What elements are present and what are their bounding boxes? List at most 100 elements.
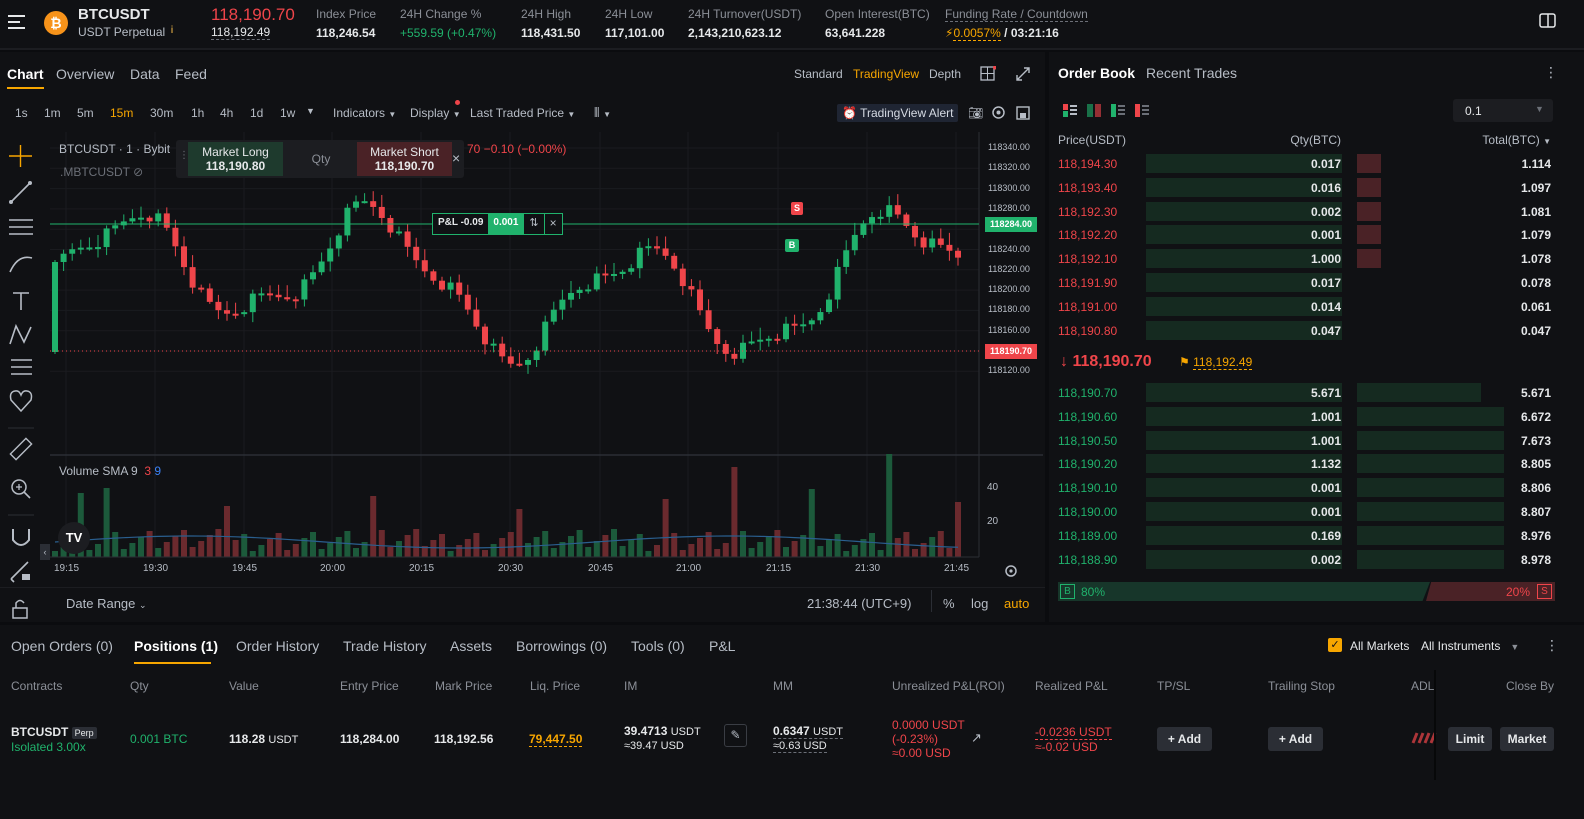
candle	[490, 338, 497, 353]
ask-row[interactable]: 118,192.20 0.001 1.079	[1049, 223, 1584, 245]
tab-open-orders[interactable]: Open Orders (0)	[11, 638, 113, 654]
ask-row[interactable]: 118,191.00 0.014 0.061	[1049, 295, 1584, 317]
qty-input[interactable]: Qty	[286, 152, 356, 166]
volume-bar	[353, 548, 359, 557]
all-instruments-dropdown[interactable]: All Instruments ▼	[1421, 639, 1519, 653]
all-markets-checkbox[interactable]: ✓	[1328, 638, 1342, 652]
bid-row[interactable]: 118,190.00 0.001 8.807	[1049, 500, 1584, 522]
tab-assets[interactable]: Assets	[450, 638, 492, 654]
bid-row[interactable]: 118,189.00 0.169 8.976	[1049, 524, 1584, 546]
buy-marker[interactable]: B	[785, 239, 799, 252]
ask-row[interactable]: 118,192.10 1.000 1.078	[1049, 247, 1584, 269]
tick-size-select[interactable]: 0.1 ▼	[1453, 99, 1553, 122]
volume-bar	[808, 489, 815, 557]
volume-bar	[284, 550, 291, 557]
bid-qty: 0.001	[1310, 505, 1341, 519]
ask-price: 118,192.10	[1058, 252, 1118, 267]
tradingview-logo-icon[interactable]: TV	[58, 522, 90, 554]
trailing-add-button[interactable]: + Add	[1268, 727, 1323, 751]
eye-hidden-icon[interactable]: ⊘	[133, 165, 143, 179]
tpsl-add-button[interactable]: + Add	[1157, 727, 1212, 751]
market-long-button[interactable]: Market Long 118,190.80	[188, 142, 283, 176]
tab-tools[interactable]: Tools (0)	[631, 638, 685, 654]
axis-settings-icon[interactable]	[1003, 563, 1019, 579]
view-asks-icon[interactable]	[1135, 104, 1149, 117]
symbol-title[interactable]: BTCUSDT	[78, 6, 150, 23]
auto-scale-toggle[interactable]: auto	[1004, 596, 1029, 611]
ask-depth-bar	[1357, 225, 1381, 245]
close-market-button[interactable]: Market	[1500, 727, 1554, 751]
price-axis-label: 118180.00	[988, 304, 1030, 315]
menu-icon[interactable]	[8, 13, 26, 31]
reverse-position-icon[interactable]: ⇅	[523, 214, 543, 234]
edit-margin-icon[interactable]: ✎	[724, 724, 747, 747]
bid-row[interactable]: 118,190.50 1.001 7.673	[1049, 429, 1584, 451]
tab-trade-history[interactable]: Trade History	[343, 638, 427, 654]
position-rpnl: -0.0236 USDT	[1035, 725, 1112, 740]
tab-order-book[interactable]: Order Book	[1058, 65, 1135, 81]
mid-mark-price[interactable]: ⚑ 118,192.49	[1179, 355, 1253, 370]
share-pnl-icon[interactable]: ↗	[971, 730, 982, 746]
close-position-icon[interactable]: ×	[543, 214, 562, 234]
bottom-more-icon[interactable]: ⋮	[1545, 637, 1559, 654]
candle	[198, 284, 205, 293]
bid-row[interactable]: 118,190.70 5.671 5.671	[1049, 381, 1584, 403]
volume-legend[interactable]: Volume SMA 9 3 9	[59, 464, 161, 478]
tab-p-l[interactable]: P&L	[709, 638, 735, 654]
last-price: 118,190.70	[211, 5, 295, 24]
log-scale-toggle[interactable]: log	[971, 596, 988, 611]
close-limit-button[interactable]: Limit	[1448, 727, 1492, 751]
bid-row[interactable]: 118,188.90 0.002 8.978	[1049, 548, 1584, 570]
candle	[172, 219, 179, 257]
layout-toggle-icon[interactable]	[1539, 12, 1557, 30]
volume-value-2: 9	[154, 464, 162, 478]
candle	[77, 239, 84, 255]
ask-qty: 0.016	[1310, 180, 1341, 195]
date-range-dropdown[interactable]: Date Range ⌄	[66, 596, 147, 611]
collapse-toolbar-icon[interactable]: ‹	[40, 544, 50, 560]
tab-positions[interactable]: Positions (1)	[134, 638, 218, 654]
position-margin-mode[interactable]: Isolated 3.00x	[11, 740, 86, 754]
bid-qty: 0.001	[1310, 481, 1341, 496]
market-short-button[interactable]: Market Short 118,190.70	[357, 142, 452, 176]
info-icon[interactable]: i	[167, 25, 177, 37]
position-symbol[interactable]: BTCUSDT Perp	[11, 725, 97, 739]
price-chart[interactable]	[0, 52, 1045, 622]
column-header: Unrealized P&L(ROI)	[892, 679, 1005, 693]
ask-row[interactable]: 118,191.90 0.017 0.078	[1049, 271, 1584, 293]
active-tab-underline	[134, 662, 211, 664]
chart-legend-title[interactable]: BTCUSDT · 1 · Bybit	[59, 142, 170, 156]
candle	[937, 228, 944, 248]
more-options-icon[interactable]: ⋮	[1544, 64, 1558, 81]
close-widget-icon[interactable]: ×	[452, 150, 460, 166]
ask-total: 1.078	[1520, 252, 1551, 267]
ask-row[interactable]: 118,193.40 0.016 1.097	[1049, 176, 1584, 198]
position-row[interactable]: BTCUSDT Perp Isolated 3.00x 0.001 BTC 11…	[0, 670, 1584, 780]
funding-rate[interactable]: Funding Rate / Countdown ⚡0.0057% / 03:2…	[945, 7, 1088, 41]
bid-row[interactable]: 118,190.20 1.132 8.805	[1049, 452, 1584, 474]
bid-row[interactable]: 118,190.60 1.001 6.672	[1049, 405, 1584, 427]
tab-recent-trades[interactable]: Recent Trades	[1146, 65, 1237, 81]
ask-row[interactable]: 118,194.30 0.017 1.114	[1049, 152, 1584, 174]
ask-price: 118,191.00	[1058, 299, 1118, 314]
bid-row[interactable]: 118,190.10 0.001 8.806	[1049, 476, 1584, 498]
sell-marker[interactable]: S	[791, 202, 803, 215]
index-legend[interactable]: .MBTCUSDT ⊘	[60, 165, 143, 179]
view-split-icon[interactable]	[1087, 104, 1101, 117]
header-total[interactable]: Total(BTC) ▼	[1471, 133, 1551, 147]
ask-row[interactable]: 118,192.30 0.002 1.081	[1049, 200, 1584, 222]
volume-bar	[198, 541, 205, 557]
view-both-icon[interactable]	[1063, 104, 1077, 117]
ask-row[interactable]: 118,190.80 0.047 0.047	[1049, 319, 1584, 341]
tab-borrowings[interactable]: Borrowings (0)	[516, 638, 607, 654]
percent-scale-toggle[interactable]: %	[943, 596, 955, 611]
position-label[interactable]: P&L -0.09 0.001 ⇅ ×	[432, 213, 563, 235]
view-bids-icon[interactable]	[1111, 104, 1125, 117]
candle	[335, 233, 342, 257]
column-header: Contracts	[11, 679, 63, 693]
candle	[249, 289, 256, 323]
tab-order-history[interactable]: Order History	[236, 638, 319, 654]
bid-total: 6.672	[1520, 409, 1551, 424]
volume-value-1: 3	[144, 464, 152, 478]
candle	[112, 220, 119, 235]
